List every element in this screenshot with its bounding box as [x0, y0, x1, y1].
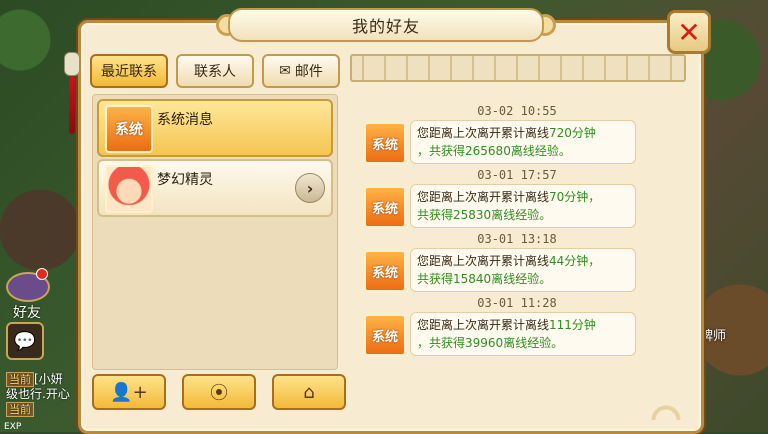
message-bubble: 您距离上次离开累计离线44分钟， 共获得15840离线经验。	[410, 248, 636, 292]
tab-mail[interactable]: ✉ 邮件	[262, 54, 340, 88]
system-badge-icon: 系统	[364, 122, 406, 164]
message-time: 03-01 11:28	[477, 296, 557, 310]
message-text: 您距离上次离开累计离线	[417, 126, 550, 140]
tab-label: 联系人	[194, 64, 236, 80]
close-button[interactable]: ✕	[667, 10, 711, 54]
chat-channel-tag: 当前	[6, 372, 34, 387]
location-icon: ⦿	[210, 383, 228, 404]
message-bubble: 您距离上次离开累计离线70分钟， 共获得25830离线经验。	[410, 184, 636, 228]
message-minutes: 720分钟	[549, 126, 596, 140]
message-text: 共获得	[417, 208, 454, 222]
chat-preview: 当前 [小妍 级也行.开心 当前	[6, 372, 78, 417]
message-time: 03-01 17:57	[477, 168, 557, 182]
mail-icon: ✉	[279, 63, 291, 79]
chat-icon[interactable]: 💬	[6, 322, 44, 360]
message-list[interactable]: 03-02 10:55 系统 您距离上次离开累计离线720分钟 ，共获得2656…	[350, 94, 684, 398]
system-badge-icon: 系统	[105, 105, 153, 153]
title-bar: 我的好友	[228, 8, 544, 42]
chat-line: 级也行.开心	[6, 387, 70, 401]
message-text: ，共获得	[417, 336, 466, 350]
panel-title: 我的好友	[351, 17, 420, 36]
friends-label: 好友	[13, 305, 41, 321]
message-minutes: 70分钟，	[549, 190, 601, 204]
system-badge-icon: 系统	[364, 314, 406, 356]
chat-line: [小妍	[34, 372, 63, 386]
notification-dot	[36, 268, 48, 280]
message-text: 共获得	[417, 272, 454, 286]
cloud-corner-decoration	[640, 380, 692, 420]
tab-label: 最近联系	[101, 64, 157, 80]
exp-label: EXP	[4, 422, 22, 432]
home-icon: ⌂	[303, 381, 315, 403]
message-minutes: 44分钟，	[549, 254, 601, 268]
contact-item-fairy[interactable]: 梦幻精灵 ›	[97, 159, 333, 217]
system-badge-icon: 系统	[364, 250, 406, 292]
bottom-actions: 👤+ ⦿ ⌂	[92, 374, 346, 410]
tab-bar: 最近联系 联系人 ✉ 邮件	[90, 54, 340, 88]
tassel-decoration	[64, 22, 80, 140]
tab-contacts[interactable]: 联系人	[176, 54, 254, 88]
chat-channel-tag: 当前	[6, 402, 34, 417]
message-text: ，共获得	[417, 144, 466, 158]
message-bubble: 您距离上次离开累计离线111分钟 ，共获得39960离线经验。	[410, 312, 636, 356]
tab-recent[interactable]: 最近联系	[90, 54, 168, 88]
system-badge-icon: 系统	[364, 186, 406, 228]
red-tassel	[69, 76, 75, 134]
message-bubble: 您距离上次离开累计离线720分钟 ，共获得265680离线经验。	[410, 120, 636, 164]
message-exp: 39960离线经验。	[465, 336, 564, 350]
contact-name: 系统消息	[157, 112, 213, 128]
close-icon: ✕	[677, 15, 701, 49]
message-exp: 265680离线经验。	[465, 144, 571, 158]
message-text: 您距离上次离开累计离线	[417, 190, 550, 204]
chevron-right-icon[interactable]: ›	[295, 173, 325, 203]
contact-name: 梦幻精灵	[157, 172, 213, 188]
home-button[interactable]: ⌂	[272, 374, 346, 410]
message-text: 您距离上次离开累计离线	[417, 254, 550, 268]
add-friend-icon: 👤+	[110, 381, 148, 403]
message-exp: 15840离线经验。	[453, 272, 552, 286]
message-minutes: 111分钟	[549, 318, 596, 332]
contact-list: 系统 系统消息 梦幻精灵 ›	[92, 94, 338, 370]
message-text: 您距离上次离开累计离线	[417, 318, 550, 332]
location-button[interactable]: ⦿	[182, 374, 256, 410]
contacts-column: 最近联系 联系人 ✉ 邮件 系统 系统消息 梦幻精灵 › 👤+ ⦿ ⌂	[90, 54, 346, 414]
fairy-avatar	[105, 165, 153, 213]
add-friend-button[interactable]: 👤+	[92, 374, 166, 410]
tab-label: 邮件	[294, 64, 323, 80]
message-time: 03-02 10:55	[477, 104, 557, 118]
message-column: 03-02 10:55 系统 您距离上次离开累计离线720分钟 ，共获得2656…	[350, 54, 688, 418]
message-exp: 25830离线经验。	[453, 208, 552, 222]
message-time: 03-01 13:18	[477, 232, 557, 246]
fret-pattern-divider	[350, 54, 686, 82]
jade-ornament	[64, 52, 80, 76]
contact-item-system[interactable]: 系统 系统消息	[97, 99, 333, 157]
